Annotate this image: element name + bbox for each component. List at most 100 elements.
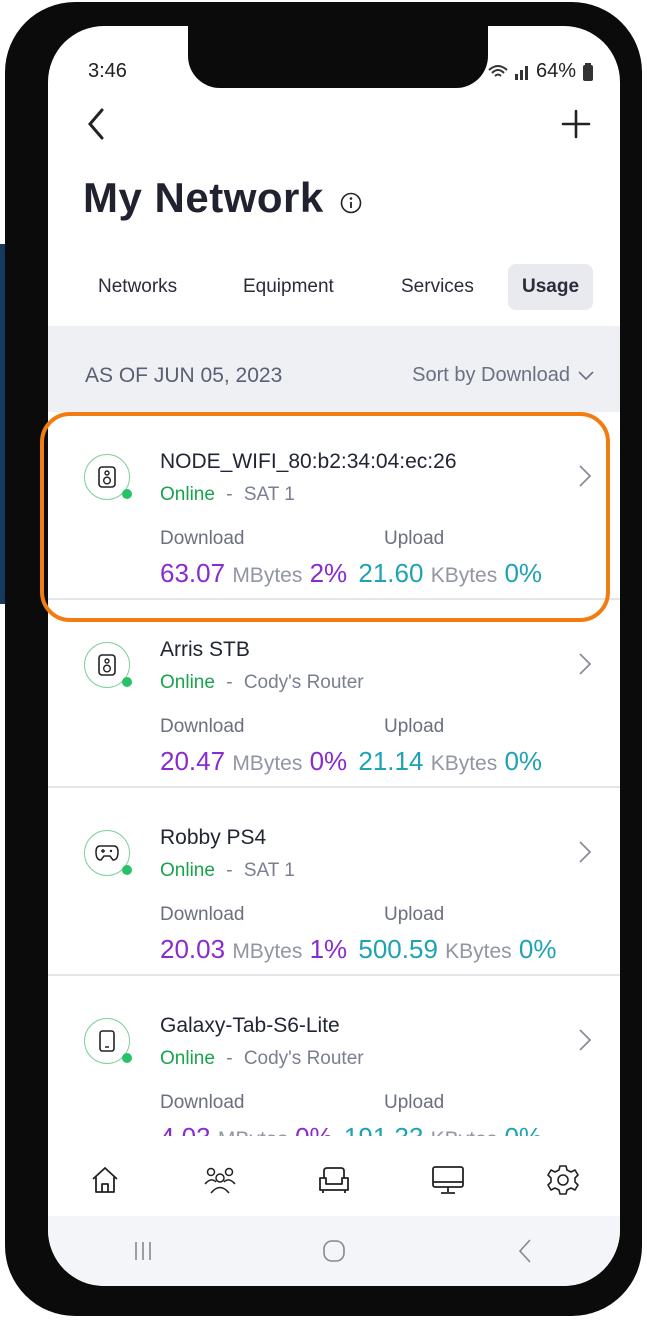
device-avatar	[84, 830, 132, 876]
tablet-icon	[99, 1030, 115, 1052]
sofa-icon	[319, 1167, 349, 1193]
download-label: Download	[160, 1092, 245, 1113]
as-of-date: AS OF JUN 05, 2023	[85, 364, 283, 387]
recent-apps-icon	[135, 1242, 152, 1260]
device-avatar	[84, 1018, 132, 1064]
upload-label: Upload	[384, 716, 445, 737]
chevron-right-icon	[579, 841, 592, 863]
download-value: 20.47	[160, 746, 226, 776]
status-separator: -	[226, 860, 233, 881]
upload-label: Upload	[384, 904, 445, 925]
speaker-icon	[98, 466, 116, 488]
chevron-down-icon	[578, 370, 594, 380]
download-unit: MBytes	[232, 564, 303, 587]
home-button[interactable]	[304, 1231, 364, 1271]
usage-content: AS OF JUN 05, 2023 Sort by Download NODE…	[48, 326, 620, 1156]
tab-services[interactable]: Services	[401, 264, 474, 310]
page-title-row: My Network	[83, 174, 362, 222]
device-name: NODE_WIFI_80:b2:34:04:ec:26	[160, 450, 457, 473]
nav-settings[interactable]	[540, 1157, 586, 1203]
usage-values: 63.07 MBytes 2% 21.60 KBytes 0%	[160, 558, 542, 589]
device-card[interactable]: Robby PS4 Online - SAT 1 Download Upload…	[48, 788, 620, 976]
tab-usage[interactable]: Usage	[508, 264, 594, 310]
status-separator: -	[226, 484, 233, 505]
nav-monitor[interactable]	[425, 1157, 471, 1203]
battery-percent: 64%	[535, 60, 576, 82]
usage-values: 20.47 MBytes 0% 21.14 KBytes 0%	[160, 746, 542, 777]
battery-icon	[583, 62, 593, 81]
gamepad-icon	[95, 845, 119, 861]
info-icon[interactable]	[340, 192, 362, 214]
add-icon[interactable]	[560, 108, 592, 140]
nav-home[interactable]	[82, 1157, 128, 1203]
online-dot	[122, 677, 132, 687]
upload-value: 500.59	[358, 934, 438, 964]
upload-label: Upload	[384, 528, 445, 549]
speaker-icon	[98, 654, 116, 676]
tab-equipment[interactable]: Equipment	[243, 264, 334, 310]
usage-values: 20.03 MBytes 1% 500.59 KBytes 0%	[160, 934, 556, 965]
bottom-nav	[48, 1136, 620, 1224]
online-dot	[122, 1053, 132, 1063]
signal-icon	[514, 65, 528, 80]
device-location: Cody's Router	[243, 1048, 364, 1069]
device-status: Online - Cody's Router	[160, 672, 364, 694]
status-time: 3:46	[88, 60, 127, 82]
nav-people[interactable]	[197, 1157, 243, 1203]
tab-bar: Networks Equipment Services Usage	[86, 264, 606, 310]
device-avatar	[84, 454, 132, 500]
device-card[interactable]: Arris STB Online - Cody's Router Downloa…	[48, 600, 620, 788]
download-percent: 0%	[309, 746, 348, 776]
upload-percent: 0%	[504, 746, 543, 776]
upload-percent: 0%	[518, 934, 557, 964]
monitor-icon	[432, 1166, 465, 1194]
status-online: Online	[160, 1048, 215, 1069]
download-unit: MBytes	[232, 752, 303, 775]
device-status: Online - SAT 1	[160, 860, 295, 882]
upload-percent: 0%	[504, 558, 543, 588]
online-dot	[122, 489, 132, 499]
download-percent: 1%	[309, 934, 348, 964]
system-nav-bar	[48, 1216, 620, 1286]
recent-apps-button[interactable]	[113, 1231, 173, 1271]
people-icon	[204, 1167, 236, 1194]
upload-label: Upload	[384, 1092, 445, 1113]
download-percent: 2%	[309, 558, 348, 588]
wifi-icon	[488, 64, 508, 77]
status-online: Online	[160, 860, 215, 881]
sort-dropdown[interactable]: Sort by Download	[412, 364, 594, 387]
download-unit: MBytes	[232, 940, 303, 963]
device-status: Online - Cody's Router	[160, 1048, 364, 1070]
download-value: 63.07	[160, 558, 226, 588]
chevron-right-icon	[579, 1029, 592, 1051]
settings-icon	[546, 1165, 579, 1195]
device-card[interactable]: Galaxy-Tab-S6-Lite Online - Cody's Route…	[48, 976, 620, 1156]
status-online: Online	[160, 672, 215, 693]
download-value: 20.03	[160, 934, 226, 964]
upload-unit: KBytes	[445, 940, 512, 963]
device-location: SAT 1	[243, 860, 295, 881]
upload-value: 21.60	[358, 558, 424, 588]
system-back-button[interactable]	[495, 1231, 555, 1271]
back-icon[interactable]	[84, 104, 110, 144]
tab-networks[interactable]: Networks	[98, 264, 177, 310]
device-name: Arris STB	[160, 638, 250, 661]
nav-devices[interactable]	[311, 1157, 357, 1203]
download-label: Download	[160, 904, 245, 925]
device-status: Online - SAT 1	[160, 484, 295, 506]
chevron-right-icon	[579, 465, 592, 487]
chevron-left-icon	[518, 1239, 531, 1263]
upload-unit: KBytes	[430, 564, 498, 587]
device-avatar	[84, 642, 132, 688]
device-card[interactable]: NODE_WIFI_80:b2:34:04:ec:26 Online - SAT…	[48, 412, 620, 600]
status-indicators: 64%	[488, 60, 594, 83]
page-title: My Network	[83, 174, 324, 221]
device-list: NODE_WIFI_80:b2:34:04:ec:26 Online - SAT…	[48, 412, 620, 1156]
home-circle-icon	[323, 1240, 345, 1262]
device-location: Cody's Router	[243, 672, 364, 693]
phone-screen: 3:46 64% My Network Networks Equipment S…	[48, 26, 620, 1286]
home-icon	[92, 1167, 118, 1193]
device-name: Robby PS4	[160, 826, 267, 849]
phone-frame: 3:46 64% My Network Networks Equipment S…	[5, 2, 642, 1316]
chevron-right-icon	[579, 653, 592, 675]
